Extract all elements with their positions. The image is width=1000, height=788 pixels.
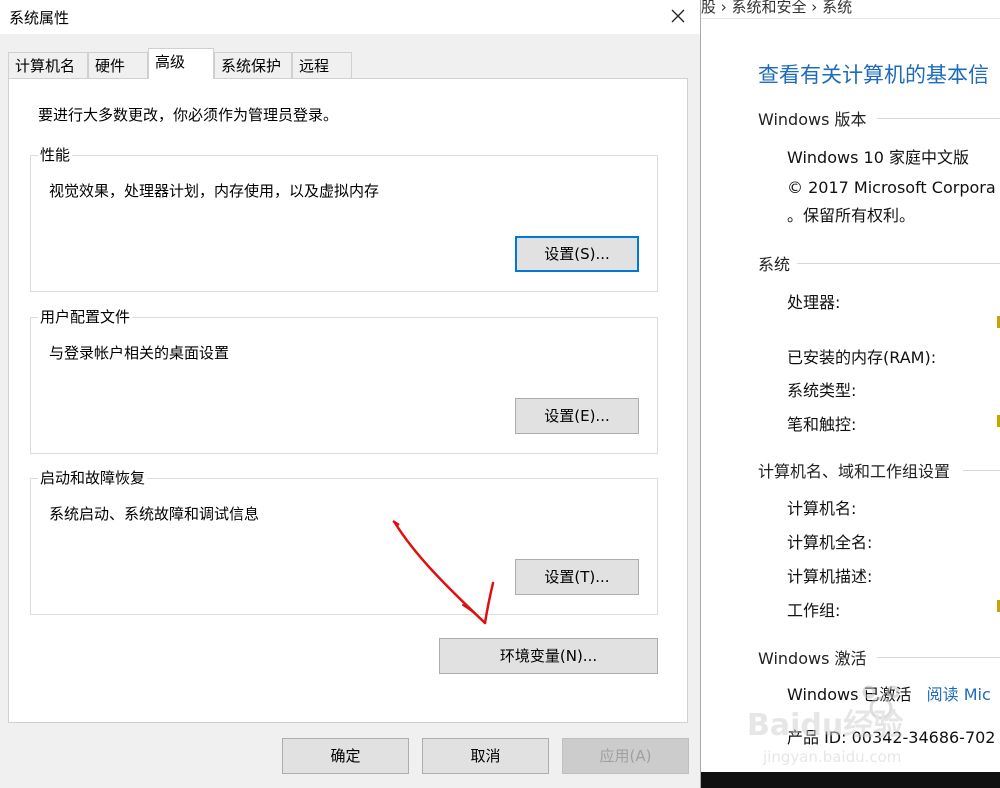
tab-computer-name[interactable]: 计算机名	[8, 52, 88, 78]
system-type-label: 系统类型:	[787, 381, 857, 400]
pen-touch-label: 笔和触控:	[787, 415, 857, 434]
user-profiles-settings-button[interactable]: 设置(E)...	[515, 398, 639, 434]
tab-system-protection[interactable]: 系统保护	[214, 52, 292, 78]
performance-settings-button[interactable]: 设置(S)...	[515, 236, 639, 272]
processor-label: 处理器:	[787, 293, 841, 312]
ok-button[interactable]: 确定	[282, 738, 409, 774]
title-bar: 系统属性	[0, 0, 700, 34]
user-profiles-group: 用户配置文件 与登录帐户相关的桌面设置 设置(E)...	[30, 306, 658, 454]
edition-text: Windows 10 家庭中文版	[787, 148, 969, 167]
cancel-button[interactable]: 取消	[422, 738, 549, 774]
watermark: Baidu经验 jingyan.baidu.com	[733, 672, 963, 772]
system-control-panel-window: 股 › 系统和安全 › 系统 查看有关计算机的基本信 Windows 版本 Wi…	[701, 0, 1000, 788]
copyright-text: © 2017 Microsoft Corpora	[787, 178, 996, 197]
startup-recovery-settings-button[interactable]: 设置(T)...	[515, 559, 639, 595]
full-computer-name-label: 计算机全名:	[787, 533, 873, 552]
startup-recovery-group: 启动和故障恢复 系统启动、系统故障和调试信息 设置(T)...	[30, 467, 658, 615]
page-title: 查看有关计算机的基本信	[758, 63, 989, 87]
system-section-title: 系统	[758, 255, 791, 274]
breadcrumb[interactable]: 股 › 系统和安全 › 系统	[701, 0, 852, 17]
computer-description-label: 计算机描述:	[787, 567, 873, 586]
environment-variables-button[interactable]: 环境变量(N)...	[439, 638, 658, 674]
system-properties-dialog: 系统属性 计算机名 硬件 高级 系统保护 远程 要进行大多数更改，你必须作为管理…	[0, 0, 701, 788]
startup-recovery-label: 启动和故障恢复	[38, 467, 148, 488]
user-profiles-desc: 与登录帐户相关的桌面设置	[49, 344, 230, 362]
tab-strip: 计算机名 硬件 高级 系统保护 远程	[0, 48, 700, 79]
section-divider	[877, 657, 1000, 658]
startup-recovery-desc: 系统启动、系统故障和调试信息	[49, 505, 260, 523]
close-icon[interactable]	[666, 4, 690, 28]
advanced-panel: 要进行大多数更改，你必须作为管理员登录。 性能 视觉效果，处理器计划，内存使用，…	[8, 78, 688, 723]
watermark-brand: Baidu经验	[747, 708, 904, 743]
apply-button[interactable]: 应用(A)	[562, 738, 689, 774]
section-divider	[797, 263, 1000, 264]
breadcrumb-divider	[701, 18, 1000, 19]
computer-name-section-title: 计算机名、域和工作组设置	[758, 462, 951, 481]
taskbar	[701, 772, 1000, 788]
workgroup-label: 工作组:	[787, 601, 841, 620]
tab-remote[interactable]: 远程	[292, 52, 352, 78]
red-arrow-annotation	[392, 519, 495, 625]
tab-advanced[interactable]: 高级	[148, 48, 214, 79]
computer-name-label: 计算机名:	[787, 499, 857, 518]
section-divider	[963, 470, 1000, 471]
activation-section-title: Windows 激活	[758, 649, 867, 668]
dialog-title: 系统属性	[9, 9, 70, 27]
watermark-url: jingyan.baidu.com	[763, 748, 902, 766]
rights-text: 。保留所有权利。	[787, 206, 916, 225]
performance-group: 性能 视觉效果，处理器计划，内存使用，以及虚拟内存 设置(S)...	[30, 144, 658, 292]
user-profiles-label: 用户配置文件	[38, 306, 133, 327]
windows-edition-title: Windows 版本	[758, 110, 867, 129]
ram-label: 已安装的内存(RAM):	[787, 348, 937, 367]
performance-label: 性能	[38, 144, 73, 165]
section-divider	[877, 118, 1000, 119]
performance-desc: 视觉效果，处理器计划，内存使用，以及虚拟内存	[49, 182, 380, 200]
tab-hardware[interactable]: 硬件	[88, 52, 148, 78]
admin-note: 要进行大多数更改，你必须作为管理员登录。	[38, 106, 339, 124]
